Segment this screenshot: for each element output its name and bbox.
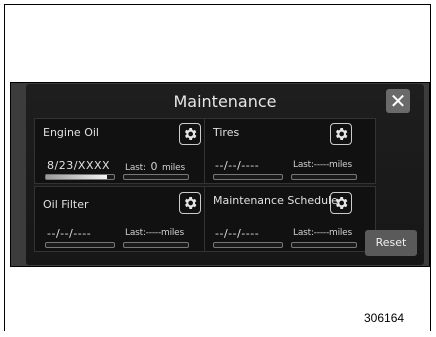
- oil-filter-last: Last:-----miles: [125, 228, 185, 238]
- engine-oil-last: Last: 0 miles: [125, 160, 185, 173]
- engine-oil-title: Engine Oil: [43, 126, 99, 139]
- maintenance-panel: Maintenance ✕ Engine Oil 8/23/XXXX Last:…: [26, 84, 424, 265]
- gear-icon: [184, 197, 197, 209]
- close-button[interactable]: ✕: [386, 89, 410, 113]
- reset-button[interactable]: Reset: [365, 230, 417, 256]
- maintenance-schedule-last-bar: [291, 242, 357, 248]
- tires-title: Tires: [213, 126, 240, 139]
- gear-icon: [335, 128, 348, 140]
- engine-oil-progress-bar: [45, 174, 115, 180]
- tires-last-bar: [291, 174, 357, 180]
- oil-filter-progress-bar: [45, 242, 115, 248]
- engine-oil-settings-button[interactable]: [179, 123, 201, 145]
- gear-icon: [335, 197, 348, 209]
- maintenance-schedule-settings-button[interactable]: [330, 192, 352, 214]
- page-title: Maintenance: [173, 92, 277, 111]
- maintenance-schedule-title: Maintenance Schedule: [213, 194, 338, 207]
- gear-icon: [184, 128, 197, 140]
- oil-filter-settings-button[interactable]: [179, 192, 201, 214]
- oil-filter-date: --/--/----: [47, 227, 92, 240]
- oil-filter-title: Oil Filter: [43, 198, 89, 211]
- engine-oil-date: 8/23/XXXX: [47, 159, 111, 172]
- engine-oil-last-bar: [123, 174, 189, 180]
- tires-date: --/--/----: [215, 159, 260, 172]
- tires-progress-bar: [213, 174, 283, 180]
- close-icon: ✕: [389, 89, 407, 113]
- figure-number: 306164: [364, 311, 405, 325]
- maintenance-schedule-last: Last:-----miles: [293, 228, 353, 238]
- maintenance-schedule-card: Maintenance Schedule --/--/---- Last:---…: [204, 186, 376, 252]
- tires-last: Last:-----miles: [293, 160, 353, 170]
- engine-oil-card: Engine Oil 8/23/XXXX Last: 0 miles: [34, 118, 206, 184]
- oil-filter-last-bar: [123, 242, 189, 248]
- maintenance-schedule-date: --/--/----: [215, 227, 260, 240]
- tires-settings-button[interactable]: [330, 123, 352, 145]
- tires-card: Tires --/--/---- Last:-----miles: [204, 118, 376, 184]
- oil-filter-card: Oil Filter --/--/---- Last:-----miles: [34, 186, 206, 252]
- engine-oil-progress-fill: [46, 175, 108, 179]
- maintenance-schedule-progress-bar: [213, 242, 283, 248]
